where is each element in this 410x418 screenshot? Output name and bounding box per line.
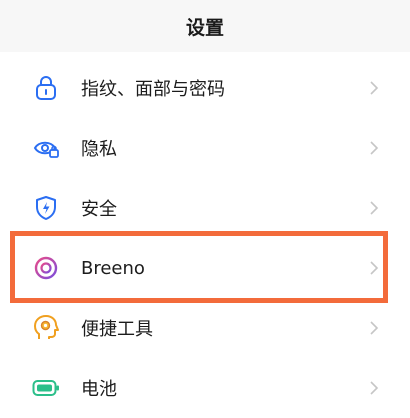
- chevron-right-icon: [370, 381, 379, 395]
- settings-item-label: 电池: [81, 379, 117, 400]
- chevron-right-icon: [370, 81, 379, 95]
- eye-lock-icon: [32, 134, 60, 162]
- settings-item-breeno[interactable]: Breeno: [0, 238, 410, 298]
- breeno-icon: [32, 254, 60, 282]
- settings-item-label: 便捷工具: [81, 319, 153, 340]
- header-bar: 设置: [0, 0, 410, 52]
- settings-item-security[interactable]: 安全: [0, 178, 410, 238]
- head-gear-icon: [32, 314, 60, 342]
- settings-item-fingerprint-face-password[interactable]: 指纹、面部与密码: [0, 58, 410, 118]
- battery-icon: [32, 374, 60, 402]
- settings-item-label: 隐私: [81, 139, 117, 160]
- settings-item-label: 指纹、面部与密码: [81, 79, 225, 100]
- chevron-right-icon: [370, 141, 379, 155]
- settings-item-battery[interactable]: 电池: [0, 358, 410, 418]
- chevron-right-icon: [370, 261, 379, 275]
- settings-item-label: 安全: [81, 199, 117, 220]
- settings-item-label: Breeno: [81, 257, 145, 279]
- lock-icon: [32, 74, 60, 102]
- chevron-right-icon: [370, 321, 379, 335]
- shield-icon: [32, 194, 60, 222]
- chevron-right-icon: [370, 201, 379, 215]
- settings-item-privacy[interactable]: 隐私: [0, 118, 410, 178]
- settings-item-convenient-tools[interactable]: 便捷工具: [0, 298, 410, 358]
- page-title: 设置: [185, 16, 224, 39]
